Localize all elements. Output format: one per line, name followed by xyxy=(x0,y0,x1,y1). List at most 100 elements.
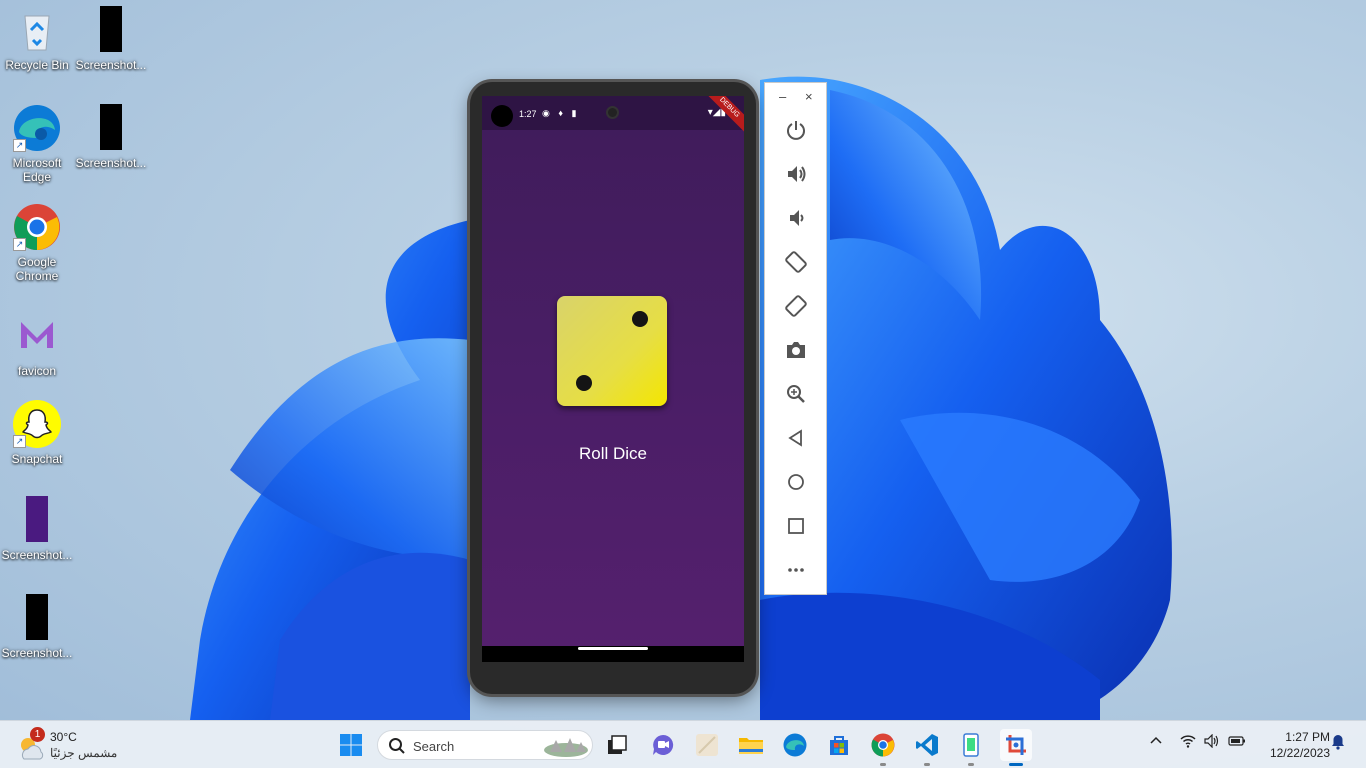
store-icon xyxy=(830,736,848,755)
snipping-tool-icon xyxy=(1006,735,1026,755)
home-icon xyxy=(788,474,804,490)
image-thumbnail-icon xyxy=(13,496,61,544)
notification-badge: 1 xyxy=(30,727,45,742)
taskbar-widgets[interactable] xyxy=(691,729,723,761)
roll-dice-button[interactable]: Roll Dice xyxy=(482,444,744,464)
clock-time: 1:27 PM xyxy=(1285,730,1330,744)
task-view-icon xyxy=(608,735,627,754)
power-button[interactable] xyxy=(782,116,810,144)
taskbar-microsoft-store[interactable] xyxy=(823,729,855,761)
chrome-icon: ↗ xyxy=(13,203,61,251)
image-thumbnail-icon xyxy=(87,104,135,152)
desktop-icon-favicon[interactable]: favicon xyxy=(0,312,74,378)
desktop-icon-snapchat[interactable]: ↗ Snapchat xyxy=(0,400,74,466)
shortcut-arrow-icon: ↗ xyxy=(13,435,26,448)
notification-icons: ◉ ♦ ▮ xyxy=(542,108,580,118)
search-placeholder: Search xyxy=(413,739,455,754)
desktop-icon-screenshot-2[interactable]: Screenshot... xyxy=(74,104,148,170)
minimize-button[interactable]: – xyxy=(779,89,786,104)
overview-button[interactable] xyxy=(782,512,810,540)
clock-date: 12/22/2023 xyxy=(1269,746,1330,760)
emulator-screen[interactable]: 1:27 ◉ ♦ ▮ ▾◢▮ DEBUG Roll Dice xyxy=(482,96,744,662)
front-camera-icon xyxy=(606,106,619,119)
chat-icon xyxy=(653,734,674,755)
file-explorer-icon xyxy=(739,738,763,754)
bell-icon xyxy=(1332,735,1344,750)
taskbar-chrome[interactable] xyxy=(867,729,899,766)
dice-face-two[interactable] xyxy=(557,296,667,406)
vscode-icon xyxy=(916,734,938,756)
gesture-home-pill[interactable] xyxy=(578,647,648,650)
desktop-icon-screenshot-1[interactable]: Screenshot... xyxy=(74,6,148,72)
taskbar-edge[interactable] xyxy=(779,729,811,761)
close-button[interactable]: × xyxy=(805,89,813,104)
widgets-icon xyxy=(696,734,718,756)
search-icon xyxy=(389,738,405,754)
shortcut-arrow-icon: ↗ xyxy=(13,238,26,251)
rotate-right-button[interactable] xyxy=(782,292,810,320)
battery-button[interactable] xyxy=(1228,734,1246,750)
chevron-up-icon xyxy=(1150,736,1162,744)
desktop-icon-screenshot-4[interactable]: Screenshot... xyxy=(0,594,74,660)
screenshot-button[interactable] xyxy=(782,336,810,364)
desktop-icon-label: Recycle Bin xyxy=(5,58,69,72)
edge-icon: ↗ xyxy=(13,104,61,152)
avatar xyxy=(491,105,513,127)
favicon-m-icon xyxy=(13,312,61,360)
power-icon xyxy=(787,121,805,140)
taskbar-android-emulator[interactable] xyxy=(955,729,987,766)
windows-start-icon xyxy=(340,734,362,756)
weather-temperature: 30°C xyxy=(50,730,77,744)
taskbar-clock[interactable]: 1:27 PM 12/22/2023 xyxy=(1254,729,1330,761)
taskbar-vscode[interactable] xyxy=(911,729,943,766)
taskbar-task-view[interactable] xyxy=(601,729,633,761)
chrome-icon xyxy=(871,733,895,757)
android-emulator-device: 1:27 ◉ ♦ ▮ ▾◢▮ DEBUG Roll Dice xyxy=(470,82,756,694)
battery-icon xyxy=(1228,736,1245,746)
taskbar-file-explorer[interactable] xyxy=(735,729,767,761)
rotate-left-icon xyxy=(785,251,807,273)
show-hidden-icons-chevron[interactable] xyxy=(1150,734,1162,750)
desktop-icon-label: Snapchat xyxy=(11,452,63,466)
desktop-icon-label: Screenshot... xyxy=(75,156,147,170)
more-button[interactable] xyxy=(782,556,810,584)
desktop-icon-recycle-bin[interactable]: Recycle Bin xyxy=(0,6,74,72)
taskbar-snipping-tool[interactable] xyxy=(1000,729,1032,766)
camera-icon xyxy=(787,342,805,358)
taskbar-chat[interactable] xyxy=(647,729,679,761)
search-highlight-icon xyxy=(544,738,588,757)
volume-down-icon xyxy=(790,210,804,226)
network-button[interactable] xyxy=(1180,734,1196,751)
weather-condition: مشمس جزئيًا xyxy=(50,746,118,760)
desktop-icon-label: favicon xyxy=(17,364,57,378)
desktop-icon-screenshot-3[interactable]: Screenshot... xyxy=(0,496,74,562)
rotate-left-button[interactable] xyxy=(782,248,810,276)
volume-up-icon xyxy=(788,166,806,182)
notifications-button[interactable] xyxy=(1331,734,1345,753)
taskbar-search-box[interactable]: Search xyxy=(377,730,593,760)
volume-down-button[interactable] xyxy=(782,204,810,232)
desktop-icon-label: Microsoft Edge xyxy=(12,156,62,184)
desktop-icon-label: Screenshot... xyxy=(1,646,73,660)
recycle-bin-icon xyxy=(13,6,61,54)
status-bar: 1:27 ◉ ♦ ▮ ▾◢▮ DEBUG xyxy=(482,96,744,137)
toolbar-window-controls: – × xyxy=(765,89,826,105)
desktop-icon-label: Screenshot... xyxy=(1,548,73,562)
weather-widget[interactable]: 1 30°C مشمس جزئيًا xyxy=(16,727,136,763)
back-button[interactable] xyxy=(782,424,810,452)
desktop-icon-chrome[interactable]: ↗ Google Chrome xyxy=(0,203,74,283)
image-thumbnail-icon xyxy=(13,594,61,642)
volume-button[interactable] xyxy=(1204,733,1220,751)
more-icon xyxy=(788,568,804,572)
zoom-icon xyxy=(787,385,805,403)
overview-icon xyxy=(788,518,804,534)
home-button[interactable] xyxy=(782,468,810,496)
start-button[interactable] xyxy=(335,729,367,761)
zoom-button[interactable] xyxy=(782,380,810,408)
speaker-icon xyxy=(1204,733,1219,749)
dice-pip xyxy=(632,311,648,327)
back-icon xyxy=(788,429,802,447)
volume-up-button[interactable] xyxy=(782,160,810,188)
desktop-icon-edge[interactable]: ↗ Microsoft Edge xyxy=(0,104,74,184)
image-thumbnail-icon xyxy=(87,6,135,54)
